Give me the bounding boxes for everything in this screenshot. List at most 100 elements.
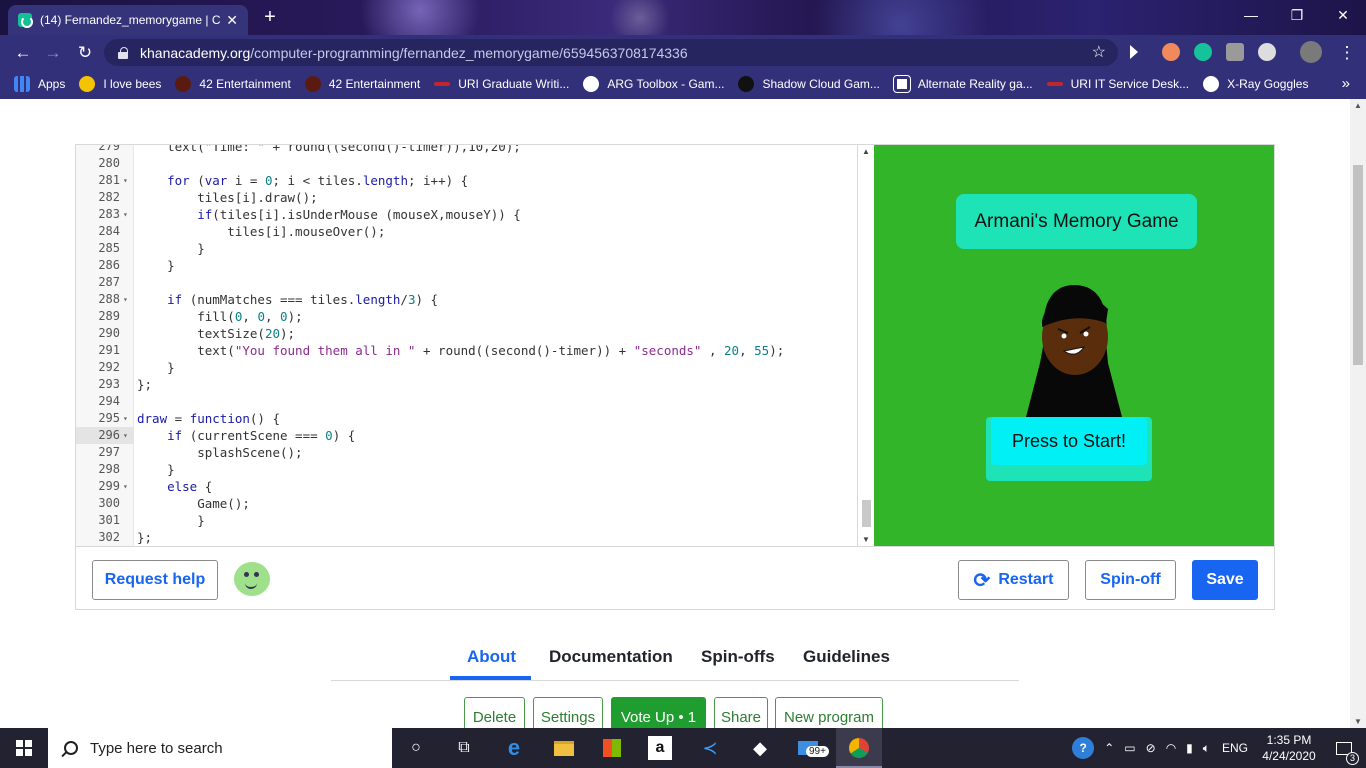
code-line[interactable]: 279 text("Time: " + round((second()-time… — [76, 145, 857, 155]
store-icon[interactable] — [600, 736, 624, 760]
scroll-up-icon[interactable]: ▲ — [862, 147, 870, 156]
code-line[interactable]: 298 } — [76, 461, 857, 478]
vote-up-button[interactable]: Vote Up • 1 — [611, 697, 706, 728]
scroll-down-icon[interactable]: ▼ — [862, 535, 870, 544]
settings-button[interactable]: Settings — [533, 697, 603, 728]
code-line[interactable]: 297 splashScene(); — [76, 444, 857, 461]
tab-spin-offs[interactable]: Spin-offs — [701, 647, 775, 667]
code-line[interactable]: 296 ▾ if (currentScene === 0) { — [76, 427, 857, 444]
extension-circle-icon[interactable] — [1258, 43, 1276, 61]
code-line[interactable]: 294 — [76, 393, 857, 410]
fold-arrow-icon[interactable]: ▾ — [123, 410, 128, 427]
press-to-start-button[interactable]: Press to Start! — [991, 417, 1147, 465]
fold-arrow-icon[interactable]: ▾ — [123, 427, 128, 444]
code-line[interactable]: 286 } — [76, 257, 857, 274]
code-line[interactable]: 280 — [76, 155, 857, 172]
page-scrollbar[interactable]: ▲ ▼ — [1350, 99, 1366, 728]
extension-arrow-icon[interactable] — [1162, 43, 1180, 61]
share-button[interactable]: Share — [714, 697, 768, 728]
tab-about[interactable]: About — [467, 647, 516, 667]
bookmark-42-entertainment[interactable]: 42 Entertainment — [175, 76, 291, 92]
code-line[interactable]: 284 tiles[i].mouseOver(); — [76, 223, 857, 240]
cortana-icon[interactable]: ○ — [404, 736, 428, 760]
edge-icon[interactable]: e — [502, 735, 526, 760]
request-help-button[interactable]: Request help — [92, 560, 218, 600]
code-line[interactable]: 290 textSize(20); — [76, 325, 857, 342]
code-line[interactable]: 292 } — [76, 359, 857, 376]
taskbar-search[interactable]: Type here to search — [48, 728, 392, 768]
page-scroll-thumb[interactable] — [1353, 165, 1363, 365]
close-window-button[interactable]: ✕ — [1320, 0, 1366, 30]
fold-arrow-icon[interactable]: ▾ — [123, 478, 128, 495]
green-blob-avatar-icon[interactable] — [234, 562, 270, 596]
wifi-icon[interactable]: ◠ — [1166, 741, 1176, 755]
chrome-icon[interactable] — [847, 736, 871, 760]
bookmark-apps[interactable]: Apps — [14, 76, 65, 92]
reload-icon[interactable]: ↻ — [72, 40, 98, 66]
bookmark-42-entertainment-2[interactable]: 42 Entertainment — [304, 76, 420, 92]
code-line[interactable]: 282 tiles[i].draw(); — [76, 189, 857, 206]
program-canvas[interactable]: Armani's Memory Game Press to Start! — [874, 145, 1274, 546]
tab-guidelines[interactable]: Guidelines — [803, 647, 890, 667]
browser-tab[interactable]: (14) Fernandez_memorygame | C ✕ — [8, 5, 248, 35]
battery-icon[interactable]: ▮ — [1186, 741, 1193, 755]
notifications-icon[interactable]: 3 — [1322, 741, 1366, 765]
bookmark-arg-toolbox[interactable]: ARG Toolbox - Gam... — [583, 76, 724, 92]
code-line[interactable]: 302}; — [76, 529, 857, 546]
cursor-extension-icon[interactable] — [1130, 45, 1138, 59]
forward-arrow-icon[interactable]: → — [40, 40, 66, 66]
language-indicator[interactable]: ENG — [1222, 741, 1248, 755]
help-icon[interactable]: ? — [1072, 737, 1095, 759]
fold-arrow-icon[interactable]: ▾ — [123, 206, 128, 223]
bookmark-star-icon[interactable]: ☆ — [1092, 42, 1106, 62]
code-line[interactable]: 291 text("You found them all in " + roun… — [76, 342, 857, 359]
grammarly-icon[interactable] — [1194, 43, 1212, 61]
delete-button[interactable]: Delete — [464, 697, 525, 728]
page-scroll-up-icon[interactable]: ▲ — [1353, 101, 1363, 110]
code-line[interactable]: 293}; — [76, 376, 857, 393]
profile-avatar[interactable] — [1300, 41, 1322, 63]
file-explorer-icon[interactable] — [552, 736, 576, 760]
code-line[interactable]: 281 ▾ for (var i = 0; i < tiles.length; i… — [76, 172, 857, 189]
dropbox-icon[interactable]: ◆ — [748, 736, 772, 760]
browser-menu-icon[interactable]: ⋮ — [1334, 40, 1360, 66]
code-editor[interactable]: 279 text("Time: " + round((second()-time… — [76, 145, 858, 546]
extension-r-icon[interactable] — [1226, 43, 1244, 61]
amazon-icon[interactable]: a — [648, 736, 672, 760]
code-line[interactable]: 299 ▾ else { — [76, 478, 857, 495]
code-line[interactable]: 285 } — [76, 240, 857, 257]
url-bar[interactable]: khanacademy.org/computer-programming/fer… — [104, 39, 1118, 66]
tab-close-icon[interactable]: ✕ — [226, 12, 238, 29]
spin-off-button[interactable]: Spin-off — [1085, 560, 1176, 600]
code-line[interactable]: 301 } — [76, 512, 857, 529]
code-line[interactable]: 288 ▾ if (numMatches === tiles.length/3) … — [76, 291, 857, 308]
clock[interactable]: 1:35 PM 4/24/2020 — [1256, 732, 1322, 764]
code-line[interactable]: 289 fill(0, 0, 0); — [76, 308, 857, 325]
back-arrow-icon[interactable]: ← — [10, 40, 36, 66]
fold-arrow-icon[interactable]: ▾ — [123, 291, 128, 308]
code-line[interactable]: 295 ▾ draw = function() { — [76, 410, 857, 427]
code-line[interactable]: 300 Game(); — [76, 495, 857, 512]
usb-icon[interactable]: ▭ — [1124, 741, 1135, 755]
bookmark-uri-it[interactable]: URI IT Service Desk... — [1046, 77, 1189, 91]
bookmark-alternate-reality[interactable]: Alternate Reality ga... — [892, 75, 1033, 93]
tray-chevron-icon[interactable]: ⌃ — [1104, 741, 1114, 755]
page-scroll-down-icon[interactable]: ▼ — [1353, 717, 1363, 726]
minimize-button[interactable]: — — [1228, 0, 1274, 30]
task-view-icon[interactable]: ⧉ — [452, 736, 476, 760]
bookmark-xray-goggles[interactable]: X-Ray Goggles — [1203, 76, 1308, 92]
code-line[interactable]: 287 — [76, 274, 857, 291]
more-bookmarks-icon[interactable]: » — [1342, 75, 1350, 92]
bookmark-shadow-cloud[interactable]: Shadow Cloud Gam... — [738, 76, 880, 92]
code-line[interactable]: 283 ▾ if(tiles[i].isUnderMouse (mouseX,mo… — [76, 206, 857, 223]
tab-documentation[interactable]: Documentation — [549, 647, 673, 667]
editor-scroll-thumb[interactable] — [862, 500, 871, 527]
maximize-button[interactable]: ❐ — [1274, 0, 1320, 30]
editor-scrollbar[interactable]: ▲ ▼ — [858, 145, 874, 546]
mail-icon[interactable]: 99+ — [796, 736, 829, 760]
volume-icon[interactable]: 🔈︎ — [1203, 741, 1210, 756]
vscode-icon[interactable]: ≺ — [698, 736, 722, 760]
restart-button[interactable]: ⟳ Restart — [958, 560, 1069, 600]
bookmark-i-love-bees[interactable]: I love bees — [79, 76, 161, 92]
fold-arrow-icon[interactable]: ▾ — [123, 172, 128, 189]
